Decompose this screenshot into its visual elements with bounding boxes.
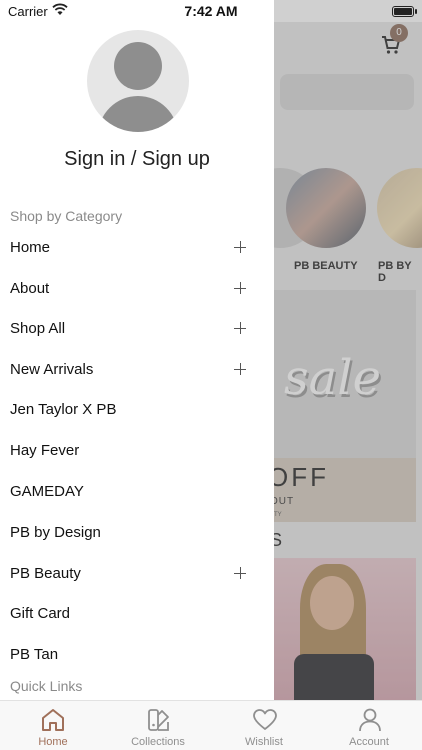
menu-item-about[interactable]: About	[0, 269, 274, 309]
menu-item-shop-all[interactable]: Shop All	[0, 309, 274, 349]
home-icon	[42, 709, 64, 731]
menu-item-label: Jen Taylor X PB	[10, 401, 117, 418]
tab-collections[interactable]: Collections	[105, 701, 211, 750]
sign-in-link[interactable]: Sign in / Sign up	[0, 148, 274, 171]
battery-icon	[392, 6, 417, 17]
heart-icon	[253, 709, 277, 730]
menu-item-hay-fever[interactable]: Hay Fever	[0, 431, 274, 471]
avatar[interactable]	[87, 30, 189, 132]
menu-item-jen-taylor-x-pb[interactable]: Jen Taylor X PB	[0, 390, 274, 430]
menu-item-label: Shop All	[10, 320, 66, 337]
menu-item-gameday[interactable]: GAMEDAY	[0, 472, 274, 512]
avatar-body	[98, 96, 178, 132]
shop-by-category-heading: Shop by Category	[10, 208, 123, 224]
side-drawer: Sign in / Sign up Shop by Category Home …	[0, 0, 274, 700]
tab-home[interactable]: Home	[0, 701, 106, 750]
tab-account[interactable]: Account	[316, 701, 422, 750]
expand-plus-icon[interactable]	[234, 322, 246, 334]
tab-label: Account	[349, 736, 389, 748]
menu-item-gift-card[interactable]: Gift Card	[0, 594, 274, 634]
menu-item-label: GAMEDAY	[10, 483, 84, 500]
avatar-head	[114, 42, 162, 90]
menu-item-label: PB by Design	[10, 524, 101, 541]
quick-links-heading: Quick Links	[10, 678, 83, 694]
expand-plus-icon[interactable]	[234, 567, 246, 579]
account-icon	[359, 708, 381, 732]
menu-item-pb-tan[interactable]: PB Tan	[0, 635, 274, 675]
menu-item-label: Gift Card	[10, 605, 71, 622]
tab-label: Wishlist	[245, 736, 283, 748]
bottom-tab-bar: Home Collections Wishlist Account	[0, 700, 422, 750]
menu-item-label: New Arrivals	[10, 361, 94, 378]
expand-plus-icon[interactable]	[234, 282, 246, 294]
drawer-overlay[interactable]	[274, 0, 422, 700]
collections-icon	[148, 709, 169, 731]
menu-item-label: Hay Fever	[10, 442, 80, 459]
menu-item-new-arrivals[interactable]: New Arrivals	[0, 350, 274, 390]
menu-item-home[interactable]: Home	[0, 228, 274, 268]
tab-label: Collections	[131, 736, 185, 748]
tab-label: Home	[38, 736, 68, 748]
menu-item-pb-beauty[interactable]: PB Beauty	[0, 554, 274, 594]
clock: 7:42 AM	[184, 3, 238, 19]
menu-item-pb-by-design[interactable]: PB by Design	[0, 513, 274, 553]
menu-item-label: About	[10, 280, 50, 297]
status-bar: Carrier 7:42 AM	[0, 0, 422, 22]
expand-plus-icon[interactable]	[234, 363, 246, 375]
tab-wishlist[interactable]: Wishlist	[211, 701, 317, 750]
menu-item-label: PB Beauty	[10, 565, 81, 582]
menu-item-label: PB Tan	[10, 646, 59, 663]
menu-item-label: Home	[10, 239, 51, 256]
expand-plus-icon[interactable]	[234, 241, 246, 253]
